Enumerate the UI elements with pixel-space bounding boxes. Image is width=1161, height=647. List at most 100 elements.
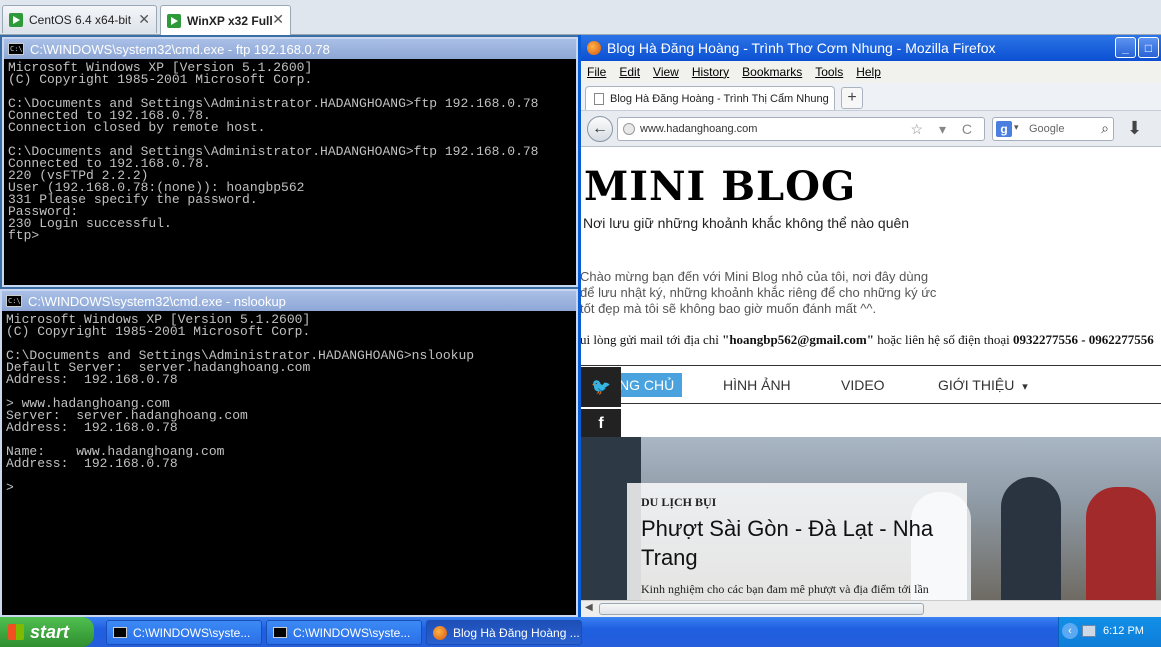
- menu-bookmarks[interactable]: Bookmarks: [742, 65, 802, 79]
- nav-about[interactable]: GIỚI THIỆU ▾: [938, 373, 1028, 399]
- clock[interactable]: 6:12 PM: [1103, 625, 1144, 637]
- menu-tools[interactable]: Tools: [815, 65, 843, 79]
- menu-file[interactable]: File: [587, 65, 606, 79]
- scrollbar-thumb[interactable]: [599, 603, 924, 615]
- cmd-title: C:\WINDOWS\system32\cmd.exe - nslookup: [28, 293, 286, 309]
- windows-logo-icon: [8, 624, 24, 640]
- cmd-title-bar[interactable]: C:\ C:\WINDOWS\system32\cmd.exe - nslook…: [2, 291, 576, 311]
- browser-tab-strip: Blog Hà Đăng Hoàng - Trình Thị Cẩm Nhung…: [581, 83, 1161, 111]
- firefox-icon: [587, 41, 601, 55]
- navigation-toolbar: ← www.hadanghoang.com ☆ ▾ C g ▾ Google ⌕…: [581, 111, 1161, 147]
- facebook-share-button[interactable]: f: [581, 409, 621, 437]
- firefox-icon: [433, 625, 447, 640]
- contact-text: hoặc liên hệ số điện thoại: [873, 332, 1013, 347]
- page-icon: [594, 92, 604, 105]
- chevron-down-icon[interactable]: ▾: [1014, 122, 1019, 133]
- contact-email: "hoangbp562@gmail.com": [722, 332, 874, 347]
- new-tab-button[interactable]: +: [841, 87, 863, 109]
- nav-home[interactable]: NG CHỦ: [611, 373, 683, 397]
- taskbar-button-cmd-2[interactable]: C:\WINDOWS\syste...: [266, 620, 422, 645]
- taskbar-button-cmd-1[interactable]: C:\WINDOWS\syste...: [106, 620, 262, 645]
- taskbar-button-label: Blog Hà Đăng Hoàng ...: [453, 625, 580, 640]
- taskbar-button-label: C:\WINDOWS\syste...: [293, 625, 411, 640]
- browser-tab[interactable]: Blog Hà Đăng Hoàng - Trình Thị Cẩm Nhung: [585, 86, 835, 110]
- facebook-icon: f: [598, 415, 604, 432]
- close-icon[interactable]: ✕: [138, 11, 150, 28]
- twitter-share-button[interactable]: 🐦: [581, 367, 621, 407]
- url-bar[interactable]: www.hadanghoang.com ☆ ▾ C: [617, 117, 985, 141]
- chevron-left-icon[interactable]: ‹: [1062, 623, 1078, 639]
- maximize-button[interactable]: □: [1138, 37, 1159, 58]
- menu-bar: File Edit View History Bookmarks Tools H…: [581, 61, 1161, 83]
- vm-tab-label: CentOS 6.4 x64-bit: [29, 12, 132, 27]
- menu-help[interactable]: Help: [856, 65, 881, 79]
- cmd-output[interactable]: Microsoft Windows XP [Version 5.1.2600] …: [2, 311, 576, 497]
- search-icon[interactable]: ⌕: [1101, 120, 1109, 137]
- desktop: CentOS 6.4 x64-bit ✕ WinXP x32 Full ✕ C:…: [0, 0, 1161, 647]
- blog-title[interactable]: MINI BLOG: [584, 163, 856, 210]
- minimize-button[interactable]: _: [1115, 37, 1136, 58]
- search-input[interactable]: g ▾ Google ⌕: [992, 117, 1114, 141]
- network-icon[interactable]: [1082, 625, 1096, 637]
- featured-excerpt: Kinh nghiệm cho các bạn đam mê phượt và …: [641, 582, 929, 596]
- firefox-title: Blog Hà Đăng Hoàng - Trình Thơ Cơm Nhung…: [607, 40, 996, 56]
- nav-about-label: GIỚI THIỆU: [938, 377, 1015, 393]
- vm-tab-label: WinXP x32 Full: [187, 13, 273, 28]
- cmd-window-nslookup[interactable]: C:\ C:\WINDOWS\system32\cmd.exe - nslook…: [0, 289, 578, 617]
- cmd-title: C:\WINDOWS\system32\cmd.exe - ftp 192.16…: [30, 41, 330, 57]
- blog-nav: NG CHỦ HÌNH ẢNH VIDEO GIỚI THIỆU ▾: [581, 373, 1161, 397]
- close-icon[interactable]: ✕: [272, 11, 284, 28]
- taskbar-button-label: C:\WINDOWS\syste...: [133, 625, 251, 640]
- taskbar-button-firefox[interactable]: Blog Hà Đăng Hoàng ...: [426, 620, 582, 645]
- hero-image-person: [1001, 477, 1061, 602]
- nav-video[interactable]: VIDEO: [841, 373, 885, 397]
- blog-intro: Chào mừng bạn đến với Mini Blog nhỏ của …: [581, 269, 937, 316]
- globe-icon: [623, 123, 635, 135]
- featured-post[interactable]: DU LỊCH BỤI Phượt Sài Gòn - Đà Lạt - Nha…: [581, 437, 1161, 602]
- contact-phone: 0932277556 - 0962277556: [1012, 332, 1154, 347]
- web-page: MINI BLOG Nơi lưu giữ những khoảnh khắc …: [581, 147, 1161, 602]
- chevron-down-icon: ▾: [1022, 381, 1028, 393]
- twitter-icon: 🐦: [591, 379, 611, 396]
- scroll-left-icon[interactable]: ◀: [585, 602, 593, 613]
- cmd-icon: [273, 627, 287, 638]
- horizontal-scrollbar[interactable]: ◀: [581, 600, 1161, 617]
- firefox-title-bar[interactable]: Blog Hà Đăng Hoàng - Trình Thơ Cơm Nhung…: [581, 35, 1161, 61]
- back-button[interactable]: ←: [587, 115, 613, 142]
- vm-tab-winxp[interactable]: WinXP x32 Full ✕: [160, 5, 291, 35]
- start-button[interactable]: start: [0, 617, 94, 647]
- cmd-icon: C:\: [8, 43, 24, 55]
- hero-image-person: [1086, 487, 1156, 602]
- start-label: start: [30, 621, 70, 642]
- menu-edit[interactable]: Edit: [619, 65, 640, 79]
- browser-tab-label: Blog Hà Đăng Hoàng - Trình Thị Cẩm Nhung: [610, 92, 829, 105]
- download-icon[interactable]: ⬇: [1127, 118, 1142, 139]
- cmd-window-ftp[interactable]: C:\ C:\WINDOWS\system32\cmd.exe - ftp 19…: [2, 37, 578, 287]
- divider: [581, 403, 1161, 404]
- menu-view[interactable]: View: [653, 65, 679, 79]
- cmd-output[interactable]: Microsoft Windows XP [Version 5.1.2600] …: [4, 59, 576, 245]
- google-icon[interactable]: g: [996, 121, 1012, 137]
- featured-category[interactable]: DU LỊCH BỤI: [641, 495, 953, 510]
- firefox-window[interactable]: Blog Hà Đăng Hoàng - Trình Thơ Cơm Nhung…: [578, 35, 1161, 617]
- url-text: www.hadanghoang.com: [640, 123, 758, 135]
- divider: [581, 365, 1161, 366]
- nav-images[interactable]: HÌNH ẢNH: [723, 373, 791, 397]
- vm-play-icon: [9, 12, 23, 27]
- cmd-icon: C:\: [6, 295, 22, 307]
- system-tray: ‹ 6:12 PM: [1058, 617, 1161, 647]
- cmd-title-bar[interactable]: C:\ C:\WINDOWS\system32\cmd.exe - ftp 19…: [4, 39, 576, 59]
- blog-tagline: Nơi lưu giữ những khoảnh khắc không thể …: [583, 215, 910, 231]
- menu-history[interactable]: History: [692, 65, 729, 79]
- cmd-icon: [113, 627, 127, 638]
- featured-card: DU LỊCH BỤI Phượt Sài Gòn - Đà Lạt - Nha…: [627, 483, 967, 602]
- vm-play-icon: [167, 13, 181, 28]
- search-placeholder: Google: [1029, 123, 1065, 135]
- contact-line: ui lòng gửi mail tới địa chỉ "hoangbp562…: [581, 332, 1161, 348]
- vm-tab-strip: CentOS 6.4 x64-bit ✕ WinXP x32 Full ✕: [0, 0, 1161, 35]
- taskbar: start C:\WINDOWS\syste... C:\WINDOWS\sys…: [0, 617, 1161, 647]
- contact-text: ui lòng gửi mail tới địa chỉ: [581, 332, 723, 347]
- url-actions-icon[interactable]: ☆ ▾ C: [911, 121, 978, 138]
- featured-headline[interactable]: Phượt Sài Gòn - Đà Lạt - Nha Trang: [641, 514, 953, 572]
- vm-tab-centos[interactable]: CentOS 6.4 x64-bit ✕: [2, 5, 157, 33]
